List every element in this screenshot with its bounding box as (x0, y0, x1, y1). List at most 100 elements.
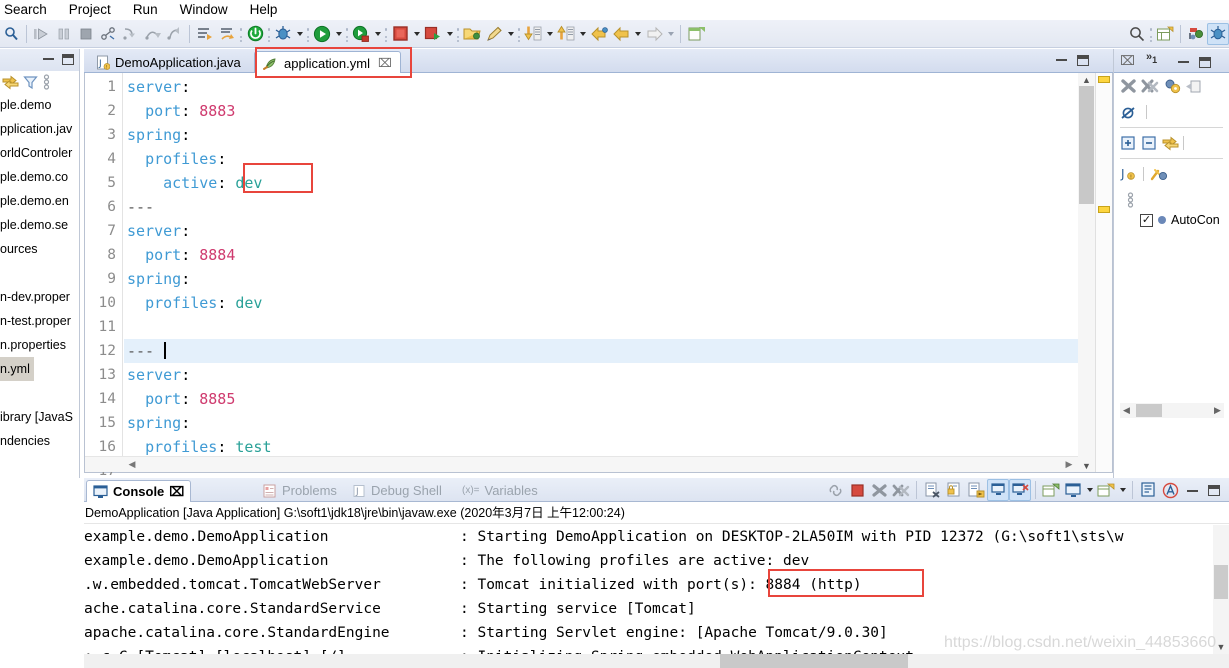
overview-marker[interactable] (1098, 76, 1110, 83)
new-window-icon[interactable] (1154, 23, 1176, 45)
checkbox-icon[interactable]: ✓ (1140, 213, 1153, 227)
remove-launch-icon[interactable] (868, 479, 890, 501)
scroll-down-arrow-icon[interactable]: ▼ (1078, 459, 1095, 472)
filter-icon[interactable] (23, 75, 38, 90)
code-line[interactable]: server: (124, 363, 1078, 387)
scroll-right-arrow-icon[interactable]: ▶ (1062, 457, 1076, 472)
scroll-left-arrow-icon[interactable]: ◀ (125, 457, 139, 472)
code-line[interactable]: port: 8883 (124, 99, 1078, 123)
list-item[interactable]: n.properties (0, 333, 80, 357)
word-wrap-dropdown-caret[interactable] (1117, 479, 1128, 501)
search-icon[interactable] (1126, 23, 1148, 45)
external-tools-icon[interactable] (422, 23, 444, 45)
list-item[interactable]: orldControler (0, 141, 80, 165)
console-horizontal-scrollbar[interactable] (84, 654, 1229, 668)
close-icon[interactable]: ⌧ (1120, 53, 1135, 69)
list-item[interactable]: n-dev.proper (0, 285, 80, 309)
clear-console-icon[interactable] (921, 479, 943, 501)
maximize-icon[interactable] (62, 54, 74, 65)
minimize-icon[interactable] (1178, 60, 1189, 63)
list-item[interactable]: n-test.proper (0, 309, 80, 333)
forward-left-icon[interactable] (610, 23, 632, 45)
tab-debug-shell[interactable]: J Debug Shell (346, 480, 448, 501)
list-item[interactable]: ple.demo (0, 93, 80, 117)
code-line[interactable]: spring: (124, 123, 1078, 147)
code-line[interactable]: server: (124, 75, 1078, 99)
scroll-left-arrow-icon[interactable]: ◀ (1120, 403, 1133, 417)
tab-problems[interactable]: Problems (256, 480, 343, 501)
editor-vertical-scrollbar[interactable]: ▲ ▼ (1078, 73, 1095, 472)
open-console-icon[interactable] (1040, 479, 1062, 501)
code-line[interactable]: profiles: dev (124, 291, 1078, 315)
run-coverage-dropdown-caret[interactable] (372, 23, 383, 45)
step-return-icon[interactable] (163, 23, 185, 45)
link-icon[interactable] (824, 479, 846, 501)
scroll-up-arrow-icon[interactable]: ▲ (1078, 73, 1095, 86)
open-type-icon[interactable] (461, 23, 483, 45)
previous-annotation-dropdown-caret[interactable] (577, 23, 588, 45)
search-small-icon[interactable] (0, 23, 22, 45)
view-menu-icon[interactable] (42, 74, 51, 90)
code-line[interactable]: port: 8884 (124, 243, 1078, 267)
run-dropdown-caret[interactable] (333, 23, 344, 45)
skip-all-breakpoints-icon[interactable] (1120, 105, 1138, 120)
view-menu-icon[interactable] (1126, 192, 1135, 208)
add-java-exception-breakpoint-icon[interactable] (1150, 166, 1168, 182)
debug-icon[interactable] (272, 23, 294, 45)
next-annotation-dropdown-caret[interactable] (544, 23, 555, 45)
forward-dropdown-caret[interactable] (665, 23, 676, 45)
code-line[interactable]: --- (124, 195, 1078, 219)
list-item[interactable]: ✓ AutoCon (1114, 209, 1229, 231)
stop-dropdown-caret[interactable] (411, 23, 422, 45)
link-with-editor-icon[interactable] (2, 74, 19, 90)
breakpoint-properties-icon[interactable] (1164, 78, 1181, 94)
expand-all-icon[interactable] (1120, 135, 1137, 151)
scroll-right-arrow-icon[interactable]: ▶ (1211, 403, 1224, 417)
code-line[interactable]: active: dev (124, 171, 1078, 195)
next-annotation-icon[interactable] (522, 23, 544, 45)
run-coverage-icon[interactable] (350, 23, 372, 45)
menu-item-window[interactable]: Window (169, 0, 239, 20)
code-line[interactable]: spring: (124, 267, 1078, 291)
list-item[interactable] (0, 381, 80, 405)
minimize-icon[interactable] (1181, 479, 1203, 501)
step-over-icon[interactable] (141, 23, 163, 45)
tab-console[interactable]: Console ⌧ (86, 480, 192, 502)
list-item[interactable]: ibrary [JavaS (0, 405, 80, 429)
menu-item-search[interactable]: Search (0, 0, 58, 20)
list-item[interactable]: pplication.jav (0, 117, 80, 141)
scroll-lock-icon[interactable] (1137, 479, 1159, 501)
pencil-dropdown-caret[interactable] (505, 23, 516, 45)
code-line[interactable] (124, 315, 1078, 339)
disconnect-icon[interactable] (97, 23, 119, 45)
link-with-debug-view-icon[interactable] (1162, 135, 1179, 151)
show-console-on-output-icon[interactable] (965, 479, 987, 501)
list-item[interactable]: ources (0, 237, 80, 261)
code-line[interactable]: server: (124, 219, 1078, 243)
step-into-icon[interactable] (119, 23, 141, 45)
new-console-view-icon[interactable] (1062, 479, 1084, 501)
list-item[interactable]: ple.demo.co (0, 165, 80, 189)
suspend-icon[interactable] (53, 23, 75, 45)
menu-item-help[interactable]: Help (239, 0, 289, 20)
scrollbar-thumb[interactable] (720, 654, 908, 668)
minimize-icon[interactable] (43, 57, 54, 60)
tab-variables[interactable]: (x)= Variables (456, 480, 544, 501)
run-icon[interactable] (311, 23, 333, 45)
remove-all-terminated-icon[interactable] (890, 479, 912, 501)
ansi-console-icon[interactable] (1159, 479, 1181, 501)
pencil-icon[interactable] (483, 23, 505, 45)
list-item[interactable]: ple.demo.se (0, 213, 80, 237)
link-icon[interactable] (1185, 79, 1201, 94)
right-panel-horizontal-scrollbar[interactable]: ◀ ▶ (1120, 403, 1224, 418)
chevron-more-icon[interactable]: »1 (1146, 51, 1157, 65)
java-exception-breakpoint-icon[interactable]: J! (1120, 166, 1137, 182)
list-item[interactable]: n.yml (0, 357, 34, 381)
power-icon[interactable] (244, 23, 266, 45)
overview-marker[interactable] (1098, 206, 1110, 213)
code-line[interactable]: --- (124, 339, 1078, 363)
editor-tab-application-yml[interactable]: application.yml ⌧ (254, 51, 401, 74)
menu-item-project[interactable]: Project (58, 0, 122, 20)
maximize-icon[interactable] (1077, 55, 1089, 66)
code-line[interactable]: spring: (124, 411, 1078, 435)
